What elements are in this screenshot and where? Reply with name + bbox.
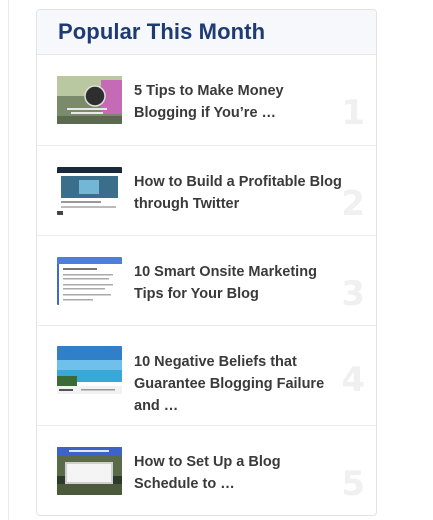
onsite-marketing-thumbnail-icon	[57, 257, 122, 305]
post-title-link[interactable]: 10 Smart Onsite Marketing Tips for Your …	[134, 261, 344, 305]
post-rank-number: 1	[341, 93, 365, 133]
post-title-link[interactable]: 5 Tips to Make Money Blogging if You’re …	[134, 80, 344, 124]
blog-schedule-thumbnail-icon	[57, 447, 122, 495]
post-thumbnail[interactable]	[57, 346, 122, 394]
post-thumbnail[interactable]	[57, 257, 122, 305]
post-rank-number: 2	[341, 184, 365, 224]
post-title-link[interactable]: How to Set Up a Blog Schedule to …	[134, 451, 344, 495]
post-rank-number: 5	[341, 464, 365, 504]
post-thumbnail[interactable]	[57, 76, 122, 124]
popular-post-item[interactable]: 10 Negative Beliefs that Guarantee Blogg…	[37, 326, 376, 426]
negative-beliefs-thumbnail-icon	[57, 346, 122, 394]
post-thumbnail[interactable]	[57, 167, 122, 215]
popular-post-item[interactable]: How to Set Up a Blog Schedule to … 5	[37, 426, 376, 515]
twitter-blog-thumbnail-icon	[57, 167, 122, 215]
post-thumbnail[interactable]	[57, 447, 122, 495]
page-divider	[8, 0, 9, 520]
post-rank-number: 4	[341, 360, 365, 400]
blog-money-thumbnail-icon	[57, 76, 122, 124]
post-title-link[interactable]: 10 Negative Beliefs that Guarantee Blogg…	[134, 351, 344, 417]
post-rank-number: 3	[341, 274, 365, 314]
post-title-link[interactable]: How to Build a Profitable Blog through T…	[134, 171, 344, 215]
widget-title: Popular This Month	[58, 19, 266, 44]
popular-post-item[interactable]: 5 Tips to Make Money Blogging if You’re …	[37, 55, 376, 146]
popular-post-item[interactable]: 10 Smart Onsite Marketing Tips for Your …	[37, 236, 376, 326]
popular-posts-widget: Popular This Month 5 Tips to Make Money …	[36, 9, 377, 516]
widget-header: Popular This Month	[37, 10, 376, 55]
popular-post-item[interactable]: How to Build a Profitable Blog through T…	[37, 146, 376, 236]
